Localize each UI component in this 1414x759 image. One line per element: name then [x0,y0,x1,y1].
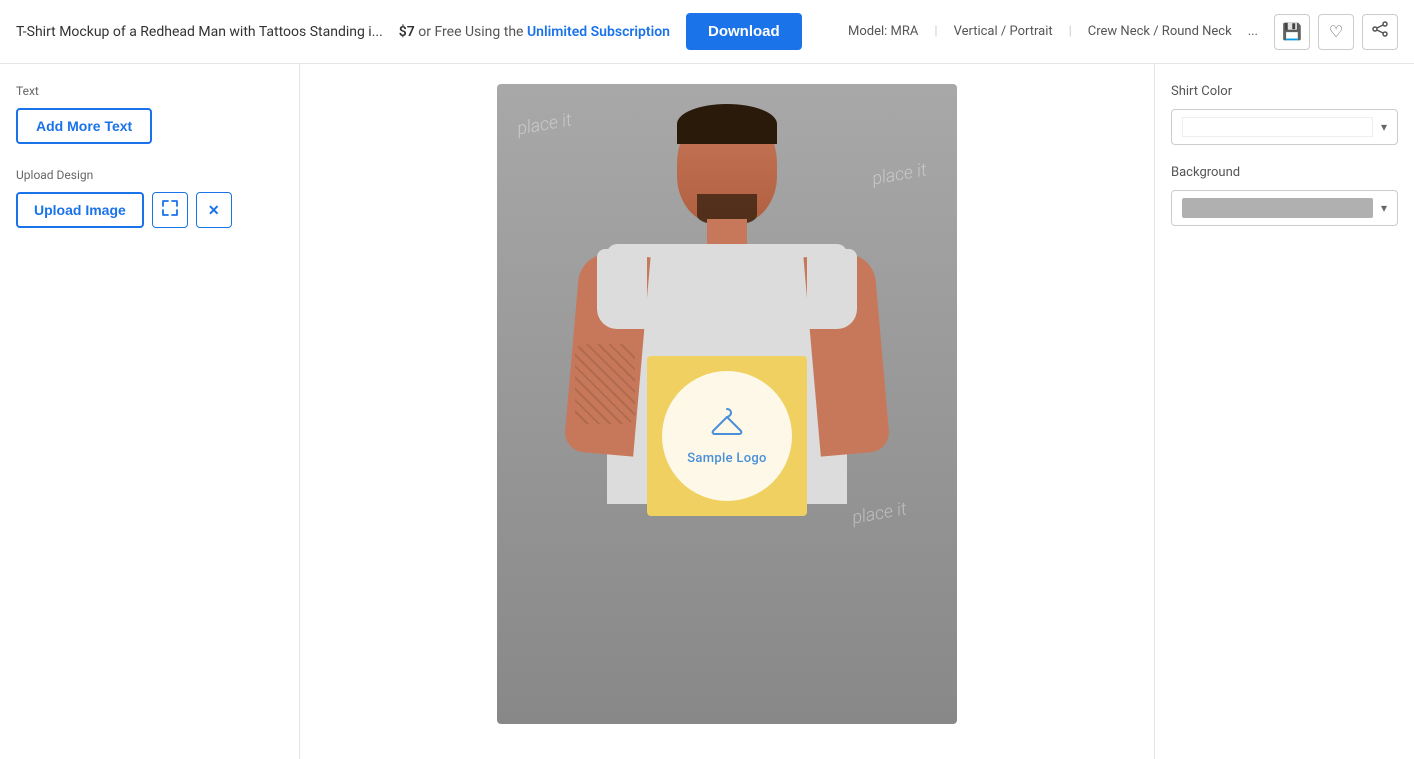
shirt-color-swatch [1182,117,1373,137]
text-section-label: Text [16,84,283,98]
shirt-color-dropdown[interactable]: ▾ [1171,109,1398,145]
background-swatch [1182,198,1373,218]
share-button[interactable] [1362,14,1398,50]
chevron-down-icon: ▾ [1381,120,1387,134]
main-layout: Text Add More Text Upload Design Upload … [0,64,1414,759]
header-actions: 💾 ♡ [1274,14,1398,50]
save-button[interactable]: 💾 [1274,14,1310,50]
mockup-container: place it place it place it [497,84,957,724]
favorite-button[interactable]: ♡ [1318,14,1354,50]
background-label: Background [1171,165,1398,180]
more-options[interactable]: ... [1248,24,1258,39]
right-panel: Shirt Color ▾ Background ▾ [1154,64,1414,759]
share-icon [1372,21,1388,42]
logo-circle: Sample Logo [662,371,792,501]
neck-label: Crew Neck / Round Neck [1088,24,1232,39]
model-label: Model: MRA [848,24,918,39]
header-meta: Model: MRA | Vertical / Portrait | Crew … [848,24,1258,39]
canvas-area: place it place it place it [300,64,1154,759]
subscription-link[interactable]: Unlimited Subscription [527,24,670,40]
resize-icon [162,200,178,221]
remove-image-button[interactable]: ✕ [196,192,232,228]
hanger-icon [709,407,745,445]
add-more-text-button[interactable]: Add More Text [16,108,152,144]
background-dropdown[interactable]: ▾ [1171,190,1398,226]
bg-chevron-down-icon: ▾ [1381,201,1387,215]
download-button[interactable]: Download [686,13,802,50]
upload-design-section: Upload Design Upload Image ✕ [16,168,283,228]
upload-row: Upload Image ✕ [16,192,283,228]
resize-image-button[interactable] [152,192,188,228]
upload-section-label: Upload Design [16,168,283,182]
save-icon: 💾 [1282,22,1302,42]
page-title: T-Shirt Mockup of a Redhead Man with Tat… [16,24,383,40]
left-sidebar: Text Add More Text Upload Design Upload … [0,64,300,759]
upload-image-button[interactable]: Upload Image [16,192,144,228]
shirt-color-label: Shirt Color [1171,84,1398,99]
header: T-Shirt Mockup of a Redhead Man with Tat… [0,0,1414,64]
close-icon: ✕ [208,202,220,219]
sample-logo-text: Sample Logo [687,451,766,466]
price-display: $7 or Free Using the Unlimited Subscript… [399,24,670,40]
sample-logo-area: Sample Logo [647,356,807,516]
orientation-label: Vertical / Portrait [954,24,1053,39]
heart-icon: ♡ [1329,22,1343,42]
